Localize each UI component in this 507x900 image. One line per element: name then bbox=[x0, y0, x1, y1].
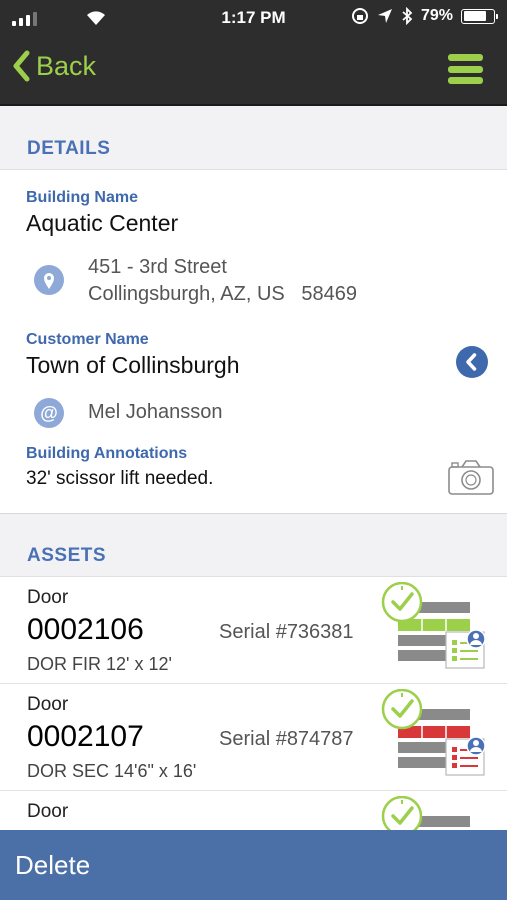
details-card: Building Name Aquatic Center 451 - 3rd S… bbox=[0, 170, 507, 514]
asset-number: 0002106 bbox=[27, 613, 144, 646]
asset-row[interactable]: Door bbox=[0, 791, 507, 830]
assets-header-label: ASSETS bbox=[27, 545, 107, 566]
asset-serial: Serial #736381 bbox=[219, 621, 354, 643]
asset-number: 0002107 bbox=[27, 720, 144, 753]
details-header-label: DETAILS bbox=[27, 138, 111, 159]
asset-type: Door bbox=[27, 587, 69, 608]
email-at-icon[interactable]: @ bbox=[34, 398, 64, 428]
delete-bar[interactable]: Delete bbox=[0, 830, 507, 900]
svg-text:@: @ bbox=[40, 403, 58, 423]
back-button[interactable]: Back bbox=[12, 50, 96, 82]
door-status-icon bbox=[381, 796, 470, 830]
asset-description: DOR SEC 14'6" x 16' bbox=[27, 761, 197, 781]
assets-list: Door 0002106 Serial #736381 DOR FIR 12' … bbox=[0, 577, 507, 830]
chevron-left-icon bbox=[13, 50, 30, 82]
customer-chevron-button[interactable] bbox=[456, 346, 488, 378]
customer-name: Town of Collinsburgh bbox=[26, 352, 240, 378]
address-line-2: Collingsburgh, AZ, US 58469 bbox=[88, 283, 358, 305]
details-section-header: DETAILS bbox=[0, 106, 507, 170]
delete-button[interactable]: Delete bbox=[15, 850, 90, 881]
asset-row[interactable]: Door 0002106 Serial #736381 DOR FIR 12' … bbox=[0, 577, 507, 684]
camera-icon[interactable] bbox=[447, 457, 495, 497]
rotation-lock-icon bbox=[351, 8, 368, 24]
door-status-icon bbox=[381, 689, 486, 776]
asset-type: Door bbox=[27, 694, 69, 715]
asset-type: Door bbox=[27, 801, 69, 822]
annotations-text: 32' scissor lift needed. bbox=[26, 468, 214, 489]
asset-row[interactable]: Door 0002107 Serial #874787 DOR SEC 14'6… bbox=[0, 684, 507, 791]
nav-bar: Back bbox=[0, 36, 507, 106]
hamburger-menu-icon[interactable] bbox=[448, 54, 483, 84]
annotations-label: Building Annotations bbox=[26, 445, 188, 462]
battery-icon bbox=[461, 8, 498, 24]
status-bar: 1:17 PM 79% bbox=[0, 0, 507, 36]
asset-description: DOR FIR 12' x 12' bbox=[27, 654, 172, 674]
chevron-left-icon bbox=[466, 353, 477, 371]
address-line-1: 451 - 3rd Street bbox=[88, 256, 227, 278]
building-name-label: Building Name bbox=[26, 189, 139, 206]
bluetooth-icon bbox=[402, 7, 413, 25]
contact-name[interactable]: Mel Johansson bbox=[88, 399, 223, 426]
door-status-icon bbox=[381, 582, 486, 669]
building-name: Aquatic Center bbox=[26, 210, 179, 236]
location-arrow-icon bbox=[377, 9, 392, 23]
battery-percent: 79% bbox=[420, 7, 453, 24]
asset-serial: Serial #874787 bbox=[219, 728, 354, 750]
back-label: Back bbox=[36, 50, 97, 81]
assets-section-header: ASSETS bbox=[0, 514, 507, 577]
customer-name-label: Customer Name bbox=[26, 331, 149, 348]
address-block[interactable]: 451 - 3rd Street Collingsburgh, AZ, US 5… bbox=[88, 254, 357, 308]
map-pin-icon[interactable] bbox=[34, 265, 64, 295]
